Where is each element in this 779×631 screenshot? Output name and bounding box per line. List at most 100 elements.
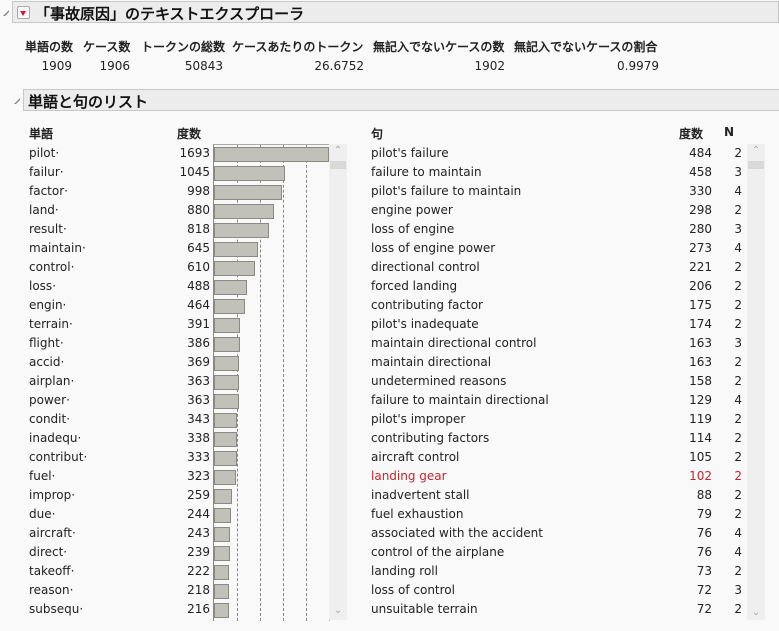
column-header-n: N (724, 125, 735, 139)
phrase-text[interactable]: forced landing (371, 277, 457, 296)
word-list-scroll-down[interactable]: ⌄ (329, 600, 347, 620)
phrase-list-scrollbar[interactable]: ⌃ ⌄ (747, 144, 765, 620)
summary-value-words: 1909 (41, 59, 72, 73)
word-term[interactable]: direct· (29, 543, 67, 562)
phrase-text[interactable]: contributing factors (371, 429, 489, 448)
scroll-down-icon[interactable]: ⌄ (329, 604, 347, 618)
phrase-text[interactable]: pilot's failure (371, 144, 449, 163)
word-count: 464 (187, 298, 210, 312)
report-disclosure-icon[interactable] (3, 10, 9, 16)
summary-header: ケースあたりのトークン (232, 40, 364, 54)
phrase-text[interactable]: failure to maintain directional (371, 391, 549, 410)
word-term[interactable]: engin· (29, 296, 66, 315)
column-header-word-count: 度数 (177, 127, 202, 141)
phrase-text[interactable]: pilot's inadequate (371, 315, 479, 334)
phrase-count: 484 (689, 146, 712, 160)
phrase-text[interactable]: maintain directional control (371, 334, 536, 353)
word-term[interactable]: land· (29, 201, 59, 220)
phrase-count: 175 (689, 298, 712, 312)
word-term[interactable]: failur· (29, 163, 64, 182)
phrase-text[interactable]: loss of engine power (371, 239, 495, 258)
phrase-n: 2 (734, 412, 742, 426)
word-term[interactable]: terrain· (29, 315, 73, 334)
word-frequency-bar (214, 280, 247, 295)
word-term[interactable]: airplan· (29, 372, 74, 391)
phrase-text[interactable]: inadvertent stall (371, 486, 470, 505)
word-frequency-bar (214, 470, 236, 485)
word-count: 239 (187, 545, 210, 559)
word-term[interactable]: flight· (29, 334, 64, 353)
word-term[interactable]: aircraft· (29, 524, 76, 543)
word-list-scrollbar[interactable]: ⌃ (329, 144, 347, 620)
word-term[interactable]: contribut· (29, 448, 87, 467)
phrase-n: 3 (734, 222, 742, 236)
phrase-text[interactable]: directional control (371, 258, 480, 277)
word-term[interactable]: accid· (29, 353, 64, 372)
scrollbar-thumb[interactable] (330, 161, 346, 169)
word-term[interactable]: fuel· (29, 467, 55, 486)
phrase-text[interactable]: failure to maintain (371, 163, 482, 182)
phrase-text[interactable]: aircraft control (371, 448, 459, 467)
word-term[interactable]: inadequ· (29, 429, 81, 448)
phrase-text[interactable]: undetermined reasons (371, 372, 506, 391)
section-disclosure-icon[interactable] (14, 98, 20, 104)
word-term[interactable]: due· (29, 505, 55, 524)
word-term[interactable]: takeoff· (29, 562, 74, 581)
column-header-phrase-count: 度数 (679, 127, 704, 141)
word-term[interactable]: power· (29, 391, 70, 410)
word-term[interactable]: improp· (29, 486, 75, 505)
word-term[interactable]: subsequ· (29, 600, 83, 619)
word-term[interactable]: loss· (29, 277, 56, 296)
scroll-down-icon[interactable]: ⌄ (747, 606, 765, 620)
word-frequency-bar (214, 375, 239, 390)
scroll-up-icon[interactable]: ⌃ (329, 144, 347, 158)
word-term[interactable]: reason· (29, 581, 73, 600)
phrase-n: 2 (734, 279, 742, 293)
phrase-count: 73 (696, 564, 712, 578)
phrase-n: 4 (734, 241, 742, 255)
word-frequency-bar (214, 337, 240, 352)
word-term[interactable]: control· (29, 258, 74, 277)
word-term[interactable]: result· (29, 220, 67, 239)
scroll-up-icon[interactable]: ⌃ (747, 144, 765, 158)
word-count: 363 (187, 393, 210, 407)
word-term[interactable]: factor· (29, 182, 68, 201)
phrase-text[interactable]: pilot's improper (371, 410, 465, 429)
word-count: 218 (187, 583, 210, 597)
phrase-text[interactable]: maintain directional (371, 353, 491, 372)
word-frequency-bar (214, 584, 229, 599)
word-count: 386 (187, 336, 210, 350)
phrase-text[interactable]: unsuitable terrain (371, 600, 478, 619)
phrase-text[interactable]: landing gear (371, 467, 447, 486)
word-count: 1693 (179, 146, 210, 160)
phrase-text[interactable]: landing roll (371, 562, 438, 581)
word-term[interactable]: condit· (29, 410, 70, 429)
phrase-text[interactable]: loss of engine (371, 220, 454, 239)
report-title-bar: 「事故原因」のテキストエクスプローラ (12, 1, 779, 23)
word-count: 244 (187, 507, 210, 521)
word-frequency-bar (214, 508, 231, 523)
word-term[interactable]: maintain· (29, 239, 86, 258)
phrase-text[interactable]: fuel exhaustion (371, 505, 463, 524)
scrollbar-thumb[interactable] (748, 161, 764, 169)
word-count: 1045 (179, 165, 210, 179)
phrase-count: 76 (696, 545, 712, 559)
phrase-count: 163 (689, 336, 712, 350)
word-count: 818 (187, 222, 210, 236)
red-triangle-menu-icon[interactable] (17, 6, 30, 19)
word-term[interactable]: pilot· (29, 144, 59, 163)
word-frequency-bar (214, 356, 239, 371)
word-frequency-bar (214, 489, 232, 504)
phrase-n: 4 (734, 184, 742, 198)
word-count: 216 (187, 602, 210, 616)
phrase-text[interactable]: contributing factor (371, 296, 483, 315)
phrase-text[interactable]: engine power (371, 201, 453, 220)
phrase-text[interactable]: loss of control (371, 581, 455, 600)
word-count: 243 (187, 526, 210, 540)
phrase-text[interactable]: pilot's failure to maintain (371, 182, 521, 201)
phrase-n: 4 (734, 526, 742, 540)
word-count: 369 (187, 355, 210, 369)
phrase-text[interactable]: associated with the accident (371, 524, 543, 543)
phrase-text[interactable]: control of the airplane (371, 543, 504, 562)
word-frequency-bar (214, 565, 229, 580)
